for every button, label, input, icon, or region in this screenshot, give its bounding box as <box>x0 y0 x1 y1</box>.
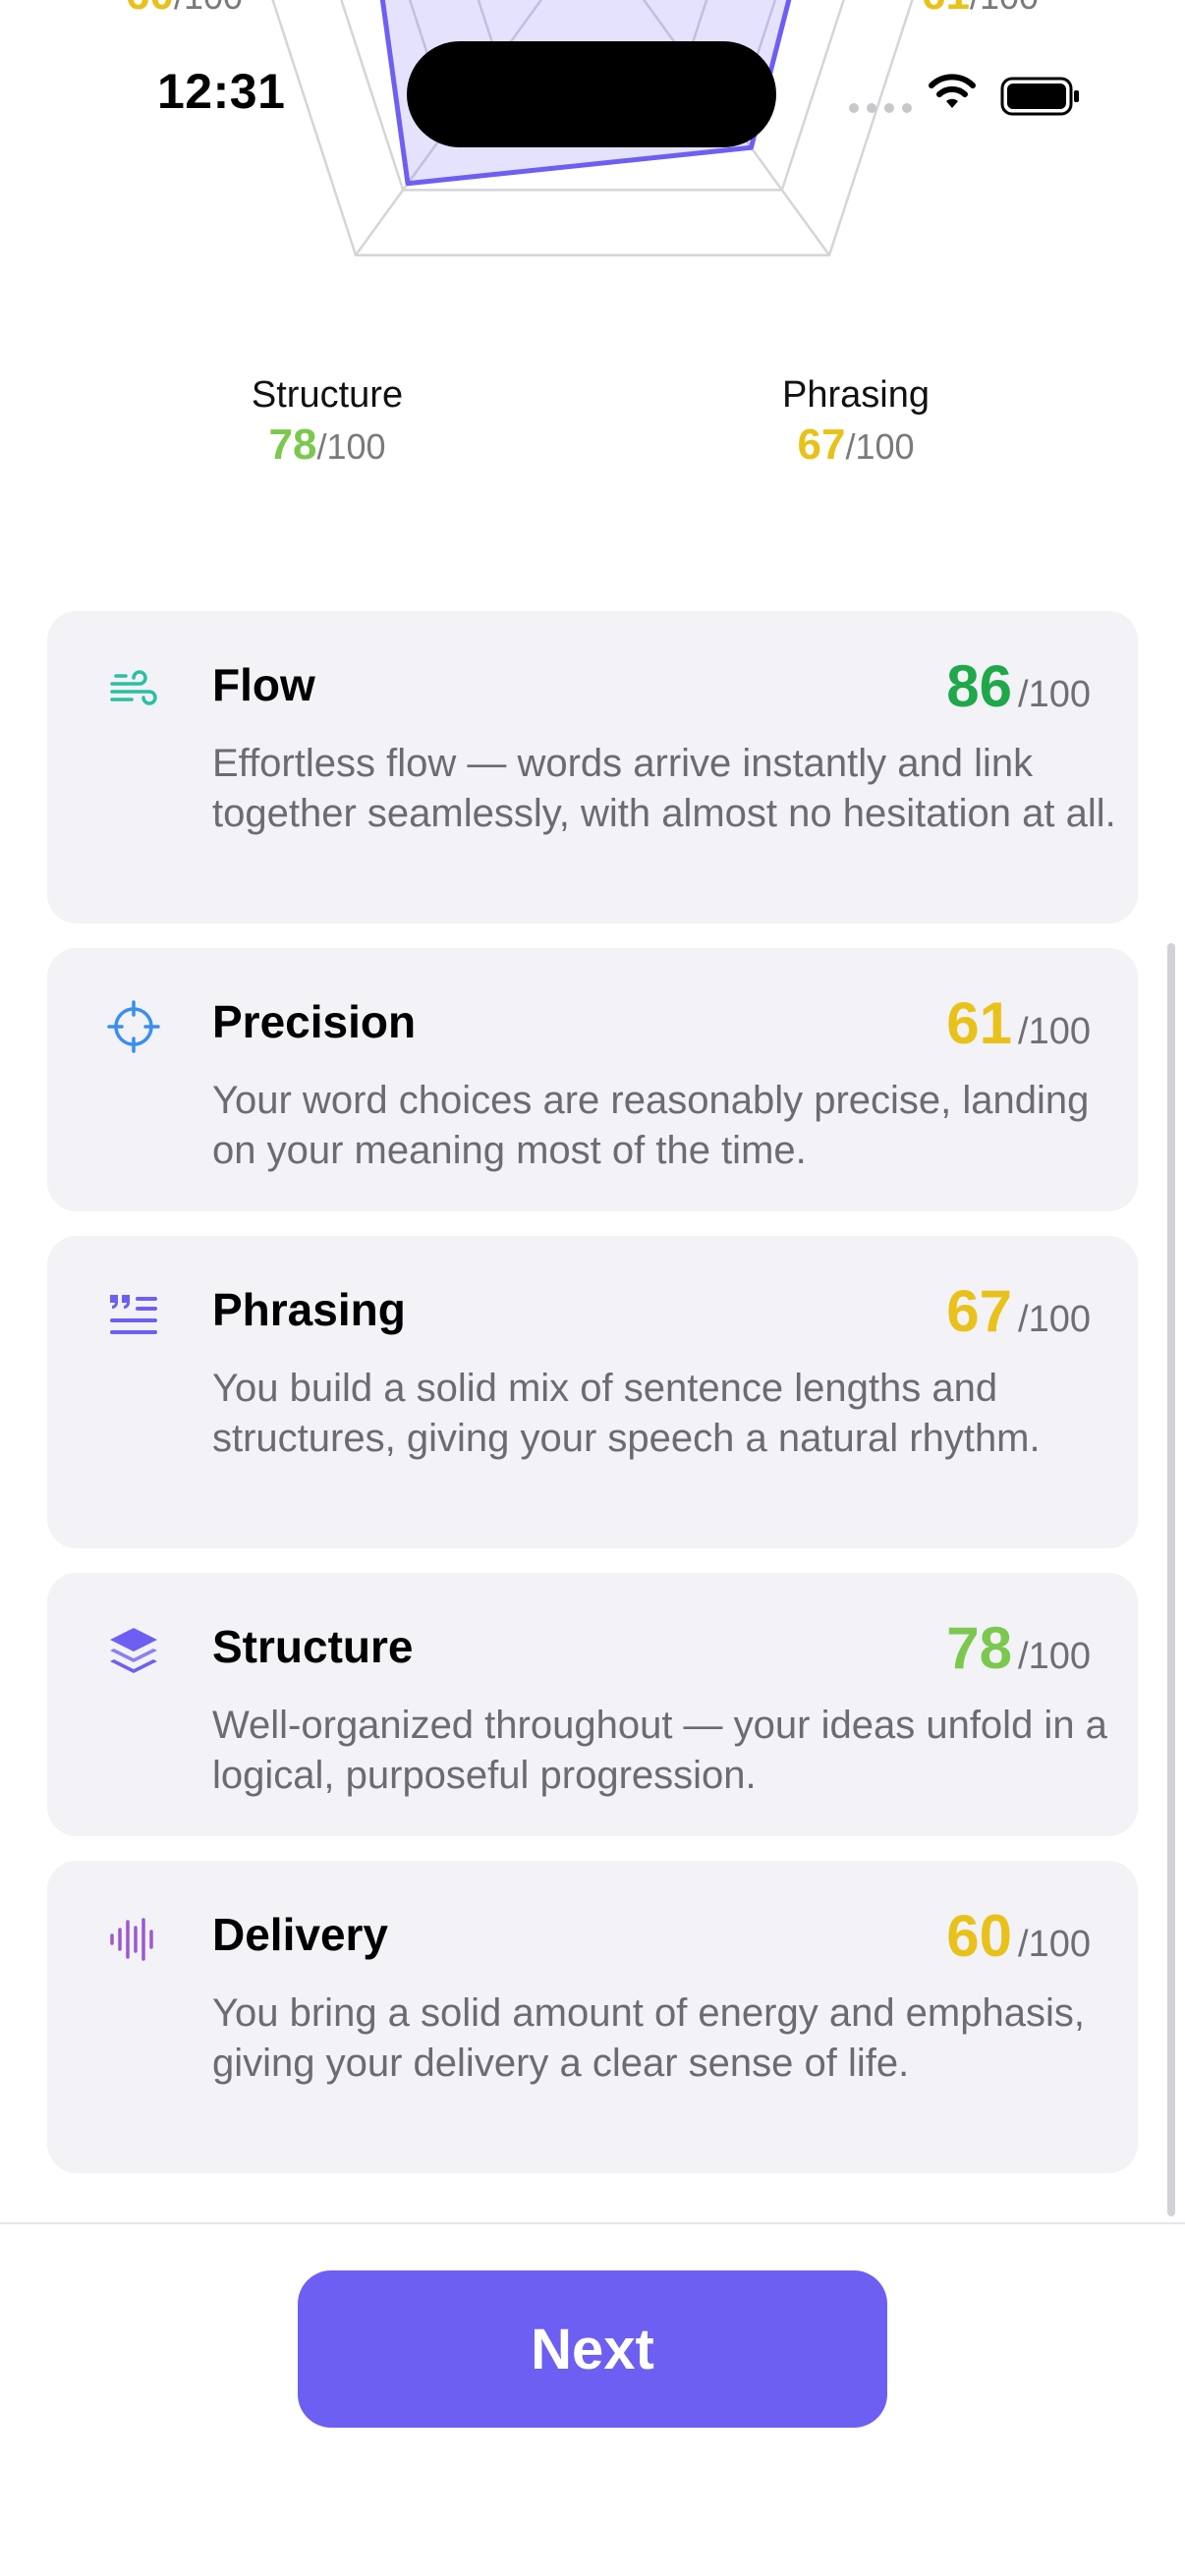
metric-card-flow: Flow 86/100 Effortless flow — words arri… <box>47 611 1138 924</box>
next-button[interactable]: Next <box>298 2270 887 2428</box>
metric-card-precision: Precision 61/100 Your word choices are r… <box>47 948 1138 1211</box>
metric-card-delivery: Delivery 60/100 You bring a solid amount… <box>47 1861 1138 2173</box>
radar-score-partial-right-den: /100 <box>970 0 1039 17</box>
metric-score: 78/100 <box>946 1614 1091 1682</box>
dynamic-island <box>407 41 776 147</box>
metric-score: 60/100 <box>946 1902 1091 1970</box>
radar-phrasing-value: 67 <box>797 420 846 469</box>
metric-score-den: /100 <box>1018 1299 1091 1340</box>
crosshair-icon <box>107 1000 160 1053</box>
wifi-icon <box>929 74 976 108</box>
metric-score-den: /100 <box>1018 674 1091 715</box>
waveform-icon <box>110 1918 153 1961</box>
metric-description: Effortless flow — words arrive instantly… <box>212 742 1116 835</box>
metric-title: Flow <box>212 659 315 710</box>
radar-phrasing-den: /100 <box>845 426 915 467</box>
metric-score-den: /100 <box>1018 1924 1091 1965</box>
metric-description: Well-organized throughout — your ideas u… <box>212 1704 1107 1797</box>
radar-score-partial-right: 61/100 <box>922 0 1039 26</box>
metric-title: Delivery <box>212 1909 389 1960</box>
metric-score: 67/100 <box>946 1277 1091 1345</box>
metric-description: Your word choices are reasonably precise… <box>212 1079 1090 1172</box>
radar-label-structure: Structure 78/100 <box>180 373 475 476</box>
scrollbar[interactable] <box>1167 943 1175 2216</box>
metric-score: 61/100 <box>946 989 1091 1057</box>
metric-card-structure: Structure 78/100 Well-organized througho… <box>47 1573 1138 1836</box>
radar-label-phrasing-name: Phrasing <box>782 374 930 416</box>
radar-score-partial-left-value: 60 <box>126 0 174 19</box>
radar-label-structure-score: 78/100 <box>180 417 475 476</box>
metric-score-value: 60 <box>946 1903 1013 1969</box>
footer-divider <box>0 2222 1185 2224</box>
radar-score-partial-left: 60/100 <box>126 0 243 26</box>
radar-label-structure-name: Structure <box>251 374 404 416</box>
metric-score-value: 61 <box>946 990 1013 1056</box>
metric-score-den: /100 <box>1018 1011 1091 1052</box>
metric-score: 86/100 <box>946 652 1091 720</box>
wind-icon <box>110 670 157 705</box>
radar-label-phrasing-score: 67/100 <box>708 417 1003 476</box>
radar-score-partial-left-den: /100 <box>174 0 243 17</box>
radar-label-phrasing: Phrasing 67/100 <box>708 373 1003 476</box>
metric-score-value: 78 <box>946 1615 1013 1681</box>
metric-card-phrasing: Phrasing 67/100 You build a solid mix of… <box>47 1236 1138 1548</box>
metric-title: Phrasing <box>212 1284 406 1335</box>
metric-score-value: 67 <box>946 1278 1013 1344</box>
metric-title: Structure <box>212 1621 414 1672</box>
status-time: 12:31 <box>157 64 286 119</box>
radar-structure-value: 78 <box>268 420 317 469</box>
metric-score-den: /100 <box>1018 1636 1091 1677</box>
layers-icon <box>110 1628 157 1673</box>
quote-list-icon <box>110 1295 157 1334</box>
metric-description: You build a solid mix of sentence length… <box>212 1367 1041 1460</box>
metric-title: Precision <box>212 996 417 1047</box>
radar-score-partial-right-value: 61 <box>922 0 970 19</box>
metric-description: You bring a solid amount of energy and e… <box>212 1991 1085 2085</box>
cellular-signal-icon <box>849 103 912 113</box>
radar-structure-den: /100 <box>316 426 386 467</box>
metric-score-value: 86 <box>946 653 1013 719</box>
battery-icon <box>1000 77 1079 116</box>
